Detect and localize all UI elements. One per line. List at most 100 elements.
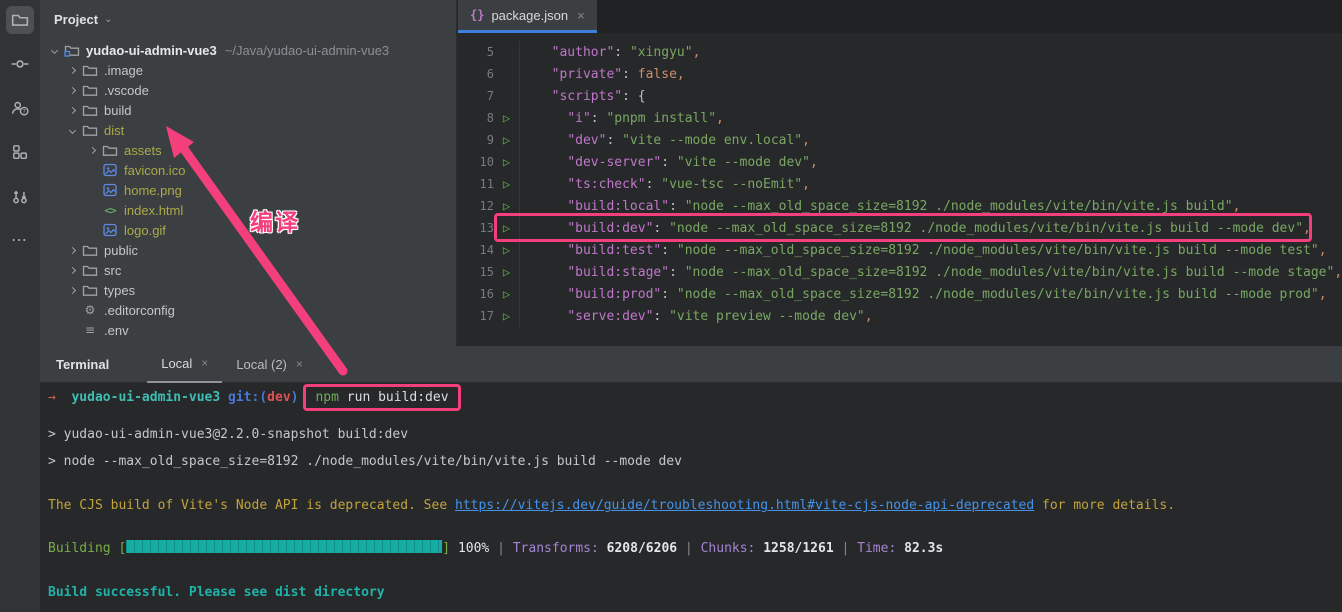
chevron-right-icon[interactable] <box>84 148 100 153</box>
tree-item-assets[interactable]: assets <box>40 140 456 160</box>
chevron-right-icon[interactable] <box>64 248 80 253</box>
line-number: 7 <box>458 89 494 103</box>
tree-item--image[interactable]: .image <box>40 60 456 80</box>
run-script-icon[interactable]: ▷ <box>494 305 520 327</box>
tree-item-public[interactable]: public <box>40 240 456 260</box>
chevron-right-icon[interactable] <box>64 288 80 293</box>
gutter-spacer <box>494 63 520 85</box>
tree-item-types[interactable]: types <box>40 280 456 300</box>
code-line-9: 9▷ "dev": "vite --mode env.local", <box>458 129 1342 151</box>
terminal-prompt-line: → yudao-ui-admin-vue3 git:(dev)npm run b… <box>48 384 1342 411</box>
line-number: 5 <box>458 45 494 59</box>
folder-icon <box>80 102 100 118</box>
code-line-13: 13▷ "build:dev": "node --max_old_space_s… <box>458 217 1342 239</box>
project-panel-header[interactable]: Project ⌄ <box>40 0 456 38</box>
chevron-right-icon[interactable] <box>64 268 80 273</box>
image-icon <box>100 222 120 238</box>
code-editor[interactable]: 5 "author": "xingyu",6 "private": false,… <box>458 33 1342 327</box>
editor-tab-bar: {} package.json × <box>458 0 1342 33</box>
run-script-icon[interactable]: ▷ <box>494 195 520 217</box>
tree-item-logo-gif[interactable]: logo.gif <box>40 220 456 240</box>
project-panel-title: Project <box>54 12 98 27</box>
tree-item-home-png[interactable]: home.png <box>40 180 456 200</box>
terminal-output-line-3: The CJS build of Vite's Node API is depr… <box>48 492 1342 519</box>
run-script-icon[interactable]: ▷ <box>494 107 520 129</box>
line-number: 8 <box>458 111 494 125</box>
run-script-icon[interactable]: ▷ <box>494 217 520 239</box>
tree-item--env[interactable]: ≡.env <box>40 320 456 340</box>
code-line-16: 16▷ "build:prod": "node --max_old_space_… <box>458 283 1342 305</box>
terminal-tool-window: Terminal Local×Local (2)× → yudao-ui-adm… <box>40 346 1342 612</box>
line-number: 17 <box>458 309 494 323</box>
tree-item-dist[interactable]: dist <box>40 120 456 140</box>
line-number: 11 <box>458 177 494 191</box>
run-script-icon[interactable]: ▷ <box>494 151 520 173</box>
editor-tab-label: package.json <box>491 8 568 23</box>
git-branch: dev <box>267 390 290 405</box>
close-icon[interactable]: × <box>296 357 303 371</box>
run-script-icon[interactable]: ▷ <box>494 239 520 261</box>
more-icon[interactable]: ⋯ <box>6 226 34 254</box>
chevron-right-icon[interactable] <box>64 68 80 73</box>
chevron-down-icon[interactable] <box>64 128 80 133</box>
users-help-icon[interactable]: ? <box>6 94 34 122</box>
tree-item-label: yudao-ui-admin-vue3 <box>86 43 217 58</box>
troubleshooting-link[interactable]: https://vitejs.dev/guide/troubleshooting… <box>455 498 1034 513</box>
folder-icon <box>80 262 100 278</box>
project-path: ~/Java/yudao-ui-admin-vue3 <box>225 43 389 58</box>
tree-item--vscode[interactable]: .vscode <box>40 80 456 100</box>
tab-package-json[interactable]: {} package.json × <box>458 0 597 33</box>
close-icon[interactable]: × <box>201 356 208 370</box>
highlight-box-command: npm run build:dev <box>303 384 460 411</box>
tree-item-yudao-ui-admin-vue3[interactable]: yudao-ui-admin-vue3 ~/Java/yudao-ui-admin… <box>40 40 456 60</box>
tree-item-label: dist <box>104 123 124 138</box>
run-script-icon[interactable]: ▷ <box>494 283 520 305</box>
gear-icon: ⚙ <box>80 303 100 317</box>
code-line-11: 11▷ "ts:check": "vue-tsc --noEmit", <box>458 173 1342 195</box>
run-script-icon[interactable]: ▷ <box>494 261 520 283</box>
terminal-console[interactable]: → yudao-ui-admin-vue3 git:(dev)npm run b… <box>40 383 1342 606</box>
line-number: 9 <box>458 133 494 147</box>
chevron-down-icon[interactable] <box>46 48 62 53</box>
image-icon <box>100 162 120 178</box>
tree-item-build[interactable]: build <box>40 100 456 120</box>
run-script-icon[interactable]: ▷ <box>494 173 520 195</box>
gutter-spacer <box>494 41 520 63</box>
folder-icon <box>100 142 120 158</box>
tree-item-label: types <box>104 283 135 298</box>
tree-item-index-html[interactable]: <> index.html <box>40 200 456 220</box>
code-line-7: 7 "scripts": { <box>458 85 1342 107</box>
line-number: 6 <box>458 67 494 81</box>
commit-icon[interactable] <box>6 50 34 78</box>
tree-item-label: .editorconfig <box>104 303 175 318</box>
chevron-right-icon[interactable] <box>64 108 80 113</box>
tree-item-label: src <box>104 263 121 278</box>
code-line-5: 5 "author": "xingyu", <box>458 41 1342 63</box>
chevron-right-icon[interactable] <box>64 88 80 93</box>
folder-icon <box>80 62 100 78</box>
run-script-icon[interactable]: ▷ <box>494 129 520 151</box>
tree-item--editorconfig[interactable]: ⚙ .editorconfig <box>40 300 456 320</box>
pull-requests-icon[interactable] <box>6 182 34 210</box>
tree-item-favicon-ico[interactable]: favicon.ico <box>40 160 456 180</box>
tree-item-label: .vscode <box>104 83 149 98</box>
project-tool-window: Project ⌄ yudao-ui-admin-vue3 ~/Java/yuda… <box>40 0 457 346</box>
chevron-down-icon[interactable]: ⌄ <box>104 14 112 25</box>
command-args: run build:dev <box>339 390 449 405</box>
tree-item-label: index.html <box>124 203 183 218</box>
close-icon[interactable]: × <box>577 8 585 23</box>
project-folder-icon[interactable] <box>6 6 34 34</box>
tree-item-src[interactable]: src <box>40 260 456 280</box>
prompt-directory: yudao-ui-admin-vue3 <box>71 390 220 405</box>
line-number: 10 <box>458 155 494 169</box>
tree-item-label: logo.gif <box>124 223 166 238</box>
line-number: 15 <box>458 265 494 279</box>
structure-icon[interactable] <box>6 138 34 166</box>
code-line-15: 15▷ "build:stage": "node --max_old_space… <box>458 261 1342 283</box>
html-icon: <> <box>100 204 120 217</box>
tree-item-label: build <box>104 103 131 118</box>
terminal-tab-local-2-[interactable]: Local (2)× <box>222 346 317 383</box>
terminal-tab-local[interactable]: Local× <box>147 346 222 383</box>
code-line-8: 8▷ "i": "pnpm install", <box>458 107 1342 129</box>
line-number: 12 <box>458 199 494 213</box>
